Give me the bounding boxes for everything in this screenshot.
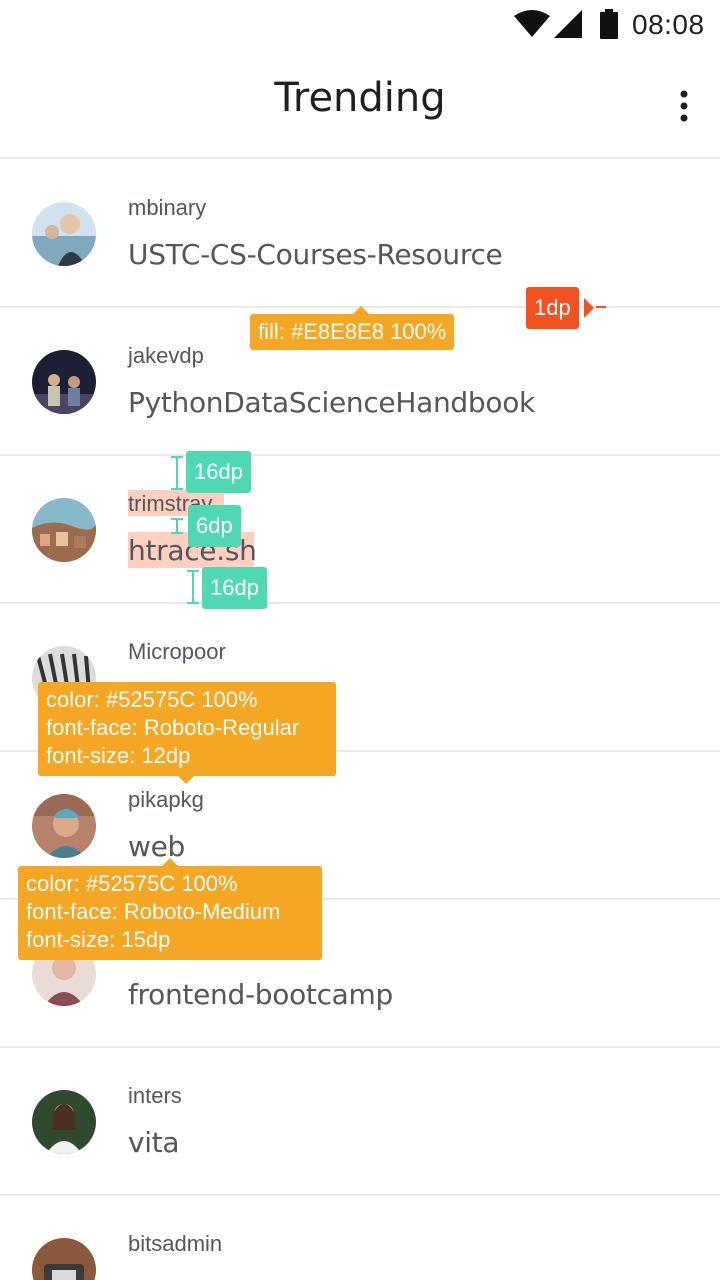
list-item[interactable]: bitsadmin [0,1196,720,1280]
repo-owner: bitsadmin [128,1231,223,1256]
wifi-icon [514,10,550,37]
divider-size-text: 1dp [534,295,571,320]
tooltip-arrow [162,858,178,866]
page-title: Trending [274,75,446,121]
repo-name: frontend-bootcamp [128,978,393,1011]
spacing-marker-bottom [187,570,199,604]
avatar [32,202,96,266]
repo-spec-font: font-face: Roboto-Medium [26,899,281,924]
tooltip-arrow [178,776,194,784]
repo-name: USTC-CS-Courses-Resource [128,238,503,271]
list-item[interactable]: inters vita [0,1048,720,1196]
status-time: 08:08 [632,9,705,40]
avatar [32,1238,96,1280]
avatar [32,498,96,562]
spacing-top-badge: 16dp [186,451,251,493]
divider-fill-tooltip: fill: #E8E8E8 100% [250,306,455,350]
repo-owner: mbinary [128,195,207,220]
repo-owner: inters [128,1083,182,1108]
repo-name: PythonDataScienceHandbook [128,386,535,419]
list-item[interactable]: trimstray htrace.sh [0,456,720,604]
owner-spec-size: font-size: 12dp [46,743,191,768]
avatar [32,1090,96,1154]
spacing-bottom-badge: 16dp [202,567,267,609]
repo-name: vita [128,1126,180,1159]
list-item[interactable]: mbinary USTC-CS-Courses-Resource [0,160,720,308]
signal-icon [554,10,582,38]
spacing-marker-top [171,456,183,490]
divider-size-pointer [584,298,606,318]
repo-spec-size: font-size: 15dp [26,927,171,952]
repo-owner: Micropoor [128,639,226,664]
owner-spec-font: font-face: Roboto-Regular [46,715,300,740]
repo-owner: pikapkg [128,787,204,812]
owner-spec-color: color: #52575C 100% [46,687,258,712]
repo-owner: jakevdp [128,343,204,368]
spacing-mid-text: 6dp [196,513,233,538]
spacing-bottom-text: 16dp [210,575,259,600]
spacing-top-text: 16dp [194,459,243,484]
more-vert-icon[interactable] [666,88,702,124]
battery-icon [600,9,618,39]
spacing-mid-badge: 6dp [188,505,241,547]
repo-spec-color: color: #52575C 100% [26,871,238,896]
divider-size-badge: 1dp [526,287,579,329]
status-bar: 08:08 [0,0,720,50]
avatar [32,794,96,858]
divider-fill-text: fill: #E8E8E8 100% [258,319,447,344]
tooltip-arrow [353,306,369,314]
owner-spec-tooltip: color: #52575C 100% font-face: Roboto-Re… [38,682,336,784]
repo-spec-tooltip: color: #52575C 100% font-face: Roboto-Me… [18,858,322,960]
avatar [32,350,96,414]
app-bar: Trending [0,50,720,159]
spacing-marker-mid [171,518,183,534]
